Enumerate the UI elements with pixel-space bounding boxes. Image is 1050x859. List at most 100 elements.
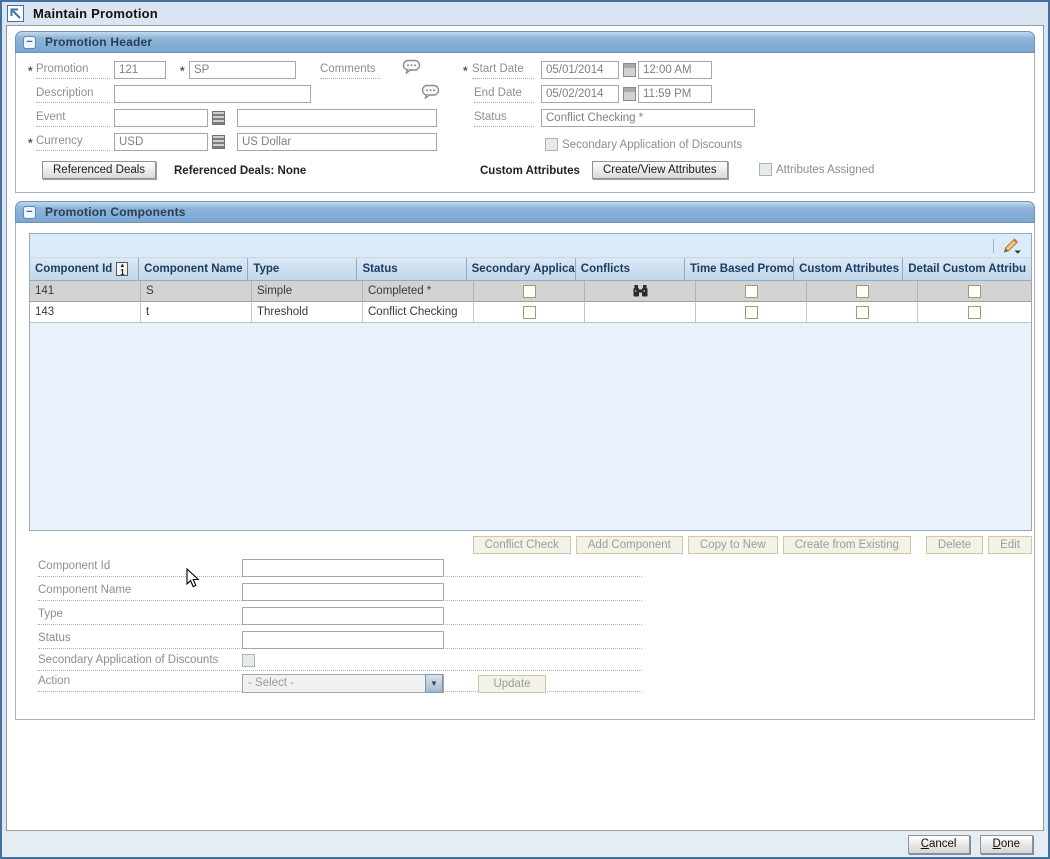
- secondary-application-checkbox[interactable]: [522, 305, 536, 319]
- cell-custom-attributes: [807, 302, 918, 323]
- custom-attributes-checkbox[interactable]: [855, 284, 869, 298]
- cell-component-id: 143: [30, 302, 141, 323]
- custom-attributes-checkbox[interactable]: [855, 305, 869, 319]
- type-field[interactable]: [242, 607, 444, 625]
- promotion-components-body: Component Id ▲ 1 Component Name Type Stat…: [15, 223, 1035, 720]
- promotion-id-field[interactable]: 121: [114, 61, 166, 79]
- cell-secondary-application: [474, 302, 585, 323]
- conflicts-binoculars-icon[interactable]: [633, 285, 648, 297]
- required-asterisk: *: [180, 64, 185, 78]
- column-header-status[interactable]: Status: [357, 258, 467, 281]
- table-empty-area: [30, 323, 1031, 530]
- cell-custom-attributes: [807, 281, 918, 302]
- cell-secondary-application: [474, 281, 585, 302]
- footer-bar: Cancel Done: [2, 831, 1048, 857]
- cancel-button[interactable]: Cancel: [907, 834, 970, 854]
- collapse-icon[interactable]: −: [23, 205, 36, 219]
- event-label: Event: [36, 110, 110, 127]
- cell-conflicts: [585, 302, 696, 323]
- cell-status: Completed *: [363, 281, 474, 302]
- promotion-header-section: − Promotion Header * Promotion 121 * SP …: [15, 31, 1035, 193]
- copy-to-new-button[interactable]: Copy to New: [687, 536, 778, 554]
- time-based-promotion-checkbox[interactable]: [744, 284, 758, 298]
- detail-custom-attributes-checkbox[interactable]: [968, 305, 981, 319]
- table-row[interactable]: 143 t Threshold Conflict Checking: [30, 302, 1031, 323]
- chevron-down-icon[interactable]: ▼: [425, 674, 443, 693]
- column-header-time-based-promotion[interactable]: Time Based Promotio: [684, 258, 795, 281]
- description-field[interactable]: [114, 85, 311, 103]
- status-field[interactable]: [242, 631, 444, 649]
- event-name-field[interactable]: [237, 109, 437, 127]
- create-from-existing-button[interactable]: Create from Existing: [782, 536, 911, 554]
- comments-label: Comments: [320, 62, 380, 79]
- update-button[interactable]: Update: [478, 675, 546, 693]
- event-id-field[interactable]: [114, 109, 208, 127]
- table-header-row: Component Id ▲ 1 Component Name Type Stat…: [30, 258, 1032, 281]
- required-asterisk: *: [28, 136, 33, 150]
- column-header-component-name[interactable]: Component Name: [139, 258, 249, 281]
- conflict-check-button[interactable]: Conflict Check: [472, 536, 571, 554]
- action-select[interactable]: - Select -: [242, 674, 444, 693]
- currency-code-field[interactable]: USD: [114, 133, 208, 151]
- currency-label: Currency: [36, 134, 110, 151]
- status-field[interactable]: Conflict Checking *: [541, 109, 755, 127]
- column-header-type[interactable]: Type: [248, 258, 358, 281]
- column-header-custom-attributes[interactable]: Custom Attributes: [794, 258, 904, 281]
- comments-icon[interactable]: [402, 59, 422, 75]
- description-comments-icon[interactable]: [421, 84, 441, 100]
- referenced-deals-status: Referenced Deals: None: [174, 165, 307, 177]
- toolbar-separator: [993, 238, 994, 253]
- cell-status: Conflict Checking: [363, 302, 474, 323]
- collapse-icon[interactable]: −: [23, 35, 36, 49]
- detail-custom-attributes-checkbox[interactable]: [968, 284, 981, 298]
- table-row[interactable]: 141 S Simple Completed *: [30, 281, 1031, 302]
- cell-component-name: t: [141, 302, 252, 323]
- start-date-field[interactable]: 05/01/2014: [541, 61, 619, 79]
- secondary-discounts-checkbox[interactable]: [545, 138, 558, 151]
- cell-type: Simple: [252, 281, 363, 302]
- referenced-deals-button[interactable]: Referenced Deals: [42, 161, 157, 179]
- cell-time-based-promotion: [696, 302, 807, 323]
- sort-ascending-1-icon: ▲ 1: [116, 262, 129, 276]
- start-date-calendar-icon[interactable]: [623, 63, 636, 77]
- create-view-attributes-button[interactable]: Create/View Attributes: [592, 161, 728, 179]
- promotion-components-section: − Promotion Components Component Id ▲ 1 …: [15, 201, 1035, 720]
- component-actions: Conflict Check Add Component Copy to New…: [29, 536, 1032, 554]
- description-label: Description: [36, 86, 110, 103]
- promotion-name-field[interactable]: SP: [189, 61, 296, 79]
- currency-lov-icon[interactable]: [212, 135, 225, 149]
- section-title: Promotion Header: [45, 35, 153, 49]
- title-bar: Maintain Promotion: [2, 2, 1048, 24]
- promotion-components-titlebar: − Promotion Components: [15, 201, 1035, 223]
- status-label: Status: [474, 110, 534, 127]
- column-header-conflicts[interactable]: Conflicts: [575, 258, 685, 281]
- cell-component-id: 141: [30, 281, 141, 302]
- end-date-calendar-icon[interactable]: [623, 87, 636, 101]
- cell-detail-custom-attributes: [918, 281, 1031, 302]
- end-date-field[interactable]: 05/02/2014: [541, 85, 619, 103]
- secondary-discounts-checkbox[interactable]: [242, 654, 255, 667]
- mouse-cursor: [186, 568, 200, 588]
- time-based-promotion-checkbox[interactable]: [744, 305, 758, 319]
- column-header-component-id[interactable]: Component Id ▲ 1: [30, 258, 140, 281]
- add-component-button[interactable]: Add Component: [575, 536, 683, 554]
- edit-pencil-icon[interactable]: [1001, 236, 1023, 255]
- secondary-application-checkbox[interactable]: [522, 284, 536, 298]
- event-lov-icon[interactable]: [212, 111, 225, 125]
- attributes-assigned-checkbox[interactable]: [759, 163, 772, 176]
- start-time-field[interactable]: 12:00 AM: [638, 61, 712, 79]
- return-icon[interactable]: [7, 4, 24, 22]
- component-id-field[interactable]: [242, 559, 444, 577]
- column-header-detail-custom-attributes[interactable]: Detail Custom Attribu: [903, 258, 1032, 281]
- component-name-field[interactable]: [242, 583, 444, 601]
- end-time-field[interactable]: 11:59 PM: [638, 85, 712, 103]
- delete-button[interactable]: Delete: [925, 536, 984, 554]
- currency-name-field[interactable]: US Dollar: [237, 133, 437, 151]
- done-button[interactable]: Done: [979, 834, 1033, 854]
- table-toolbar: [30, 234, 1031, 258]
- column-header-secondary-application[interactable]: Secondary Applicatio: [466, 258, 576, 281]
- cell-conflicts: [585, 281, 696, 302]
- cell-detail-custom-attributes: [918, 302, 1031, 323]
- cell-component-name: S: [141, 281, 252, 302]
- edit-button[interactable]: Edit: [988, 536, 1032, 554]
